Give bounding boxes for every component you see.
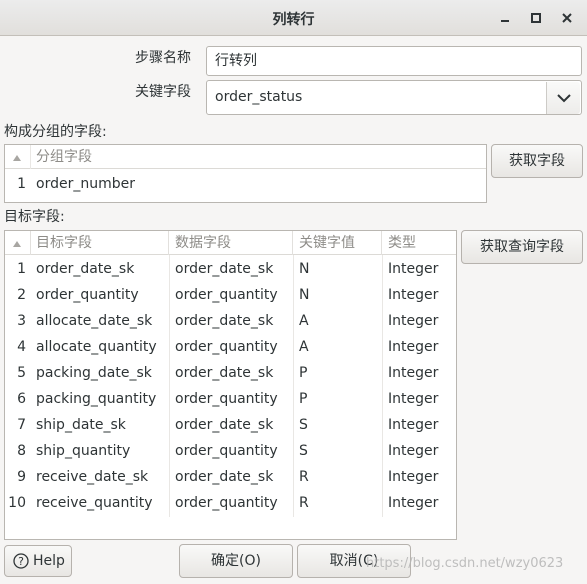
minimize-button[interactable] (495, 8, 515, 28)
target-field-cell[interactable]: packing_quantity (30, 386, 169, 412)
target-field-cell[interactable]: receive_date_sk (30, 464, 169, 490)
type-cell[interactable]: Integer (382, 360, 457, 386)
key-value-cell[interactable]: S (293, 438, 382, 464)
key-field-label: 关键字段 (135, 84, 191, 100)
column-header-target-field[interactable]: 目标字段 (30, 231, 169, 255)
data-field-cell[interactable]: order_quantity (169, 386, 293, 412)
group-fields-table[interactable]: 分组字段 1 order_number (4, 144, 487, 203)
target-field-cell[interactable]: order_quantity (30, 282, 169, 308)
key-value-cell[interactable]: P (293, 386, 382, 412)
data-field-cell[interactable]: order_quantity (169, 438, 293, 464)
data-field-cell[interactable]: order_date_sk (169, 412, 293, 438)
sort-arrow-icon[interactable] (12, 240, 22, 248)
maximize-button[interactable] (526, 8, 546, 28)
svg-text:?: ? (18, 555, 24, 568)
target-field-cell[interactable]: ship_date_sk (30, 412, 169, 438)
row-number: 1 (17, 176, 26, 192)
close-button[interactable] (557, 8, 577, 28)
row-number: 10 (8, 495, 26, 511)
target-fields-table[interactable]: 目标字段 数据字段 关键字值 类型 1 order_date_sk order_da… (4, 230, 457, 540)
type-cell[interactable]: Integer (382, 386, 457, 412)
type-cell[interactable]: Integer (382, 490, 457, 516)
group-field-cell[interactable]: order_number (30, 171, 135, 197)
step-name-label: 步骤名称 (135, 50, 191, 66)
target-field-cell[interactable]: allocate_date_sk (30, 308, 169, 334)
row-number: 3 (17, 313, 26, 329)
target-field-cell[interactable]: packing_date_sk (30, 360, 169, 386)
key-value-cell[interactable]: N (293, 256, 382, 282)
maximize-icon (531, 13, 541, 23)
key-value-cell[interactable]: A (293, 334, 382, 360)
column-header-type[interactable]: 类型 (382, 231, 457, 255)
row-number: 9 (17, 469, 26, 485)
target-field-cell[interactable]: receive_quantity (30, 490, 169, 516)
key-value-cell[interactable]: N (293, 282, 382, 308)
key-field-combo[interactable]: order_status (206, 80, 582, 115)
title-bar: 列转行 (0, 0, 587, 36)
key-value-cell[interactable]: R (293, 490, 382, 516)
watermark-text: https://blog.csdn.net/wzy0623 (366, 556, 564, 571)
type-cell[interactable]: Integer (382, 464, 457, 490)
key-value-cell[interactable]: R (293, 464, 382, 490)
data-field-cell[interactable]: order_quantity (169, 490, 293, 516)
key-value-cell[interactable]: P (293, 360, 382, 386)
data-field-cell[interactable]: order_date_sk (169, 464, 293, 490)
type-cell[interactable]: Integer (382, 256, 457, 282)
type-cell[interactable]: Integer (382, 308, 457, 334)
minimize-icon (501, 20, 509, 22)
row-number: 4 (17, 339, 26, 355)
target-field-cell[interactable]: order_date_sk (30, 256, 169, 282)
get-fields-button[interactable]: 获取字段 (491, 144, 583, 178)
type-cell[interactable]: Integer (382, 412, 457, 438)
key-field-value: order_status (215, 89, 303, 105)
row-number: 6 (17, 391, 26, 407)
column-header-data-field[interactable]: 数据字段 (169, 231, 293, 255)
data-field-cell[interactable]: order_date_sk (169, 308, 293, 334)
combo-dropdown-button[interactable] (546, 82, 580, 114)
close-icon (562, 13, 572, 23)
help-button[interactable]: ? Help (4, 545, 72, 577)
data-field-cell[interactable]: order_date_sk (169, 256, 293, 282)
target-section-label: 目标字段: (4, 209, 65, 225)
data-field-cell[interactable]: order_date_sk (169, 360, 293, 386)
key-value-cell[interactable]: S (293, 412, 382, 438)
chevron-down-icon (557, 94, 571, 103)
row-number: 7 (17, 417, 26, 433)
column-header-key-value[interactable]: 关键字值 (293, 231, 382, 255)
step-name-input[interactable]: 行转列 (206, 46, 582, 76)
help-label: Help (33, 553, 65, 569)
type-cell[interactable]: Integer (382, 334, 457, 360)
help-icon: ? (13, 553, 29, 569)
row-number: 8 (17, 443, 26, 459)
column-header-group-field[interactable]: 分组字段 (30, 145, 487, 169)
get-lookup-fields-button[interactable]: 获取查询字段 (461, 230, 583, 264)
row-number: 2 (17, 287, 26, 303)
data-field-cell[interactable]: order_quantity (169, 334, 293, 360)
type-cell[interactable]: Integer (382, 282, 457, 308)
row-number: 1 (17, 261, 26, 277)
row-number: 5 (17, 365, 26, 381)
data-field-cell[interactable]: order_quantity (169, 282, 293, 308)
ok-button[interactable]: 确定(O) (179, 544, 293, 578)
key-value-cell[interactable]: A (293, 308, 382, 334)
target-field-cell[interactable]: allocate_quantity (30, 334, 169, 360)
group-table-header: 分组字段 (5, 145, 486, 169)
target-table-header: 目标字段 数据字段 关键字值 类型 (5, 231, 456, 255)
type-cell[interactable]: Integer (382, 438, 457, 464)
target-field-cell[interactable]: ship_quantity (30, 438, 169, 464)
sort-arrow-icon[interactable] (12, 154, 22, 162)
group-section-label: 构成分组的字段: (4, 124, 107, 140)
